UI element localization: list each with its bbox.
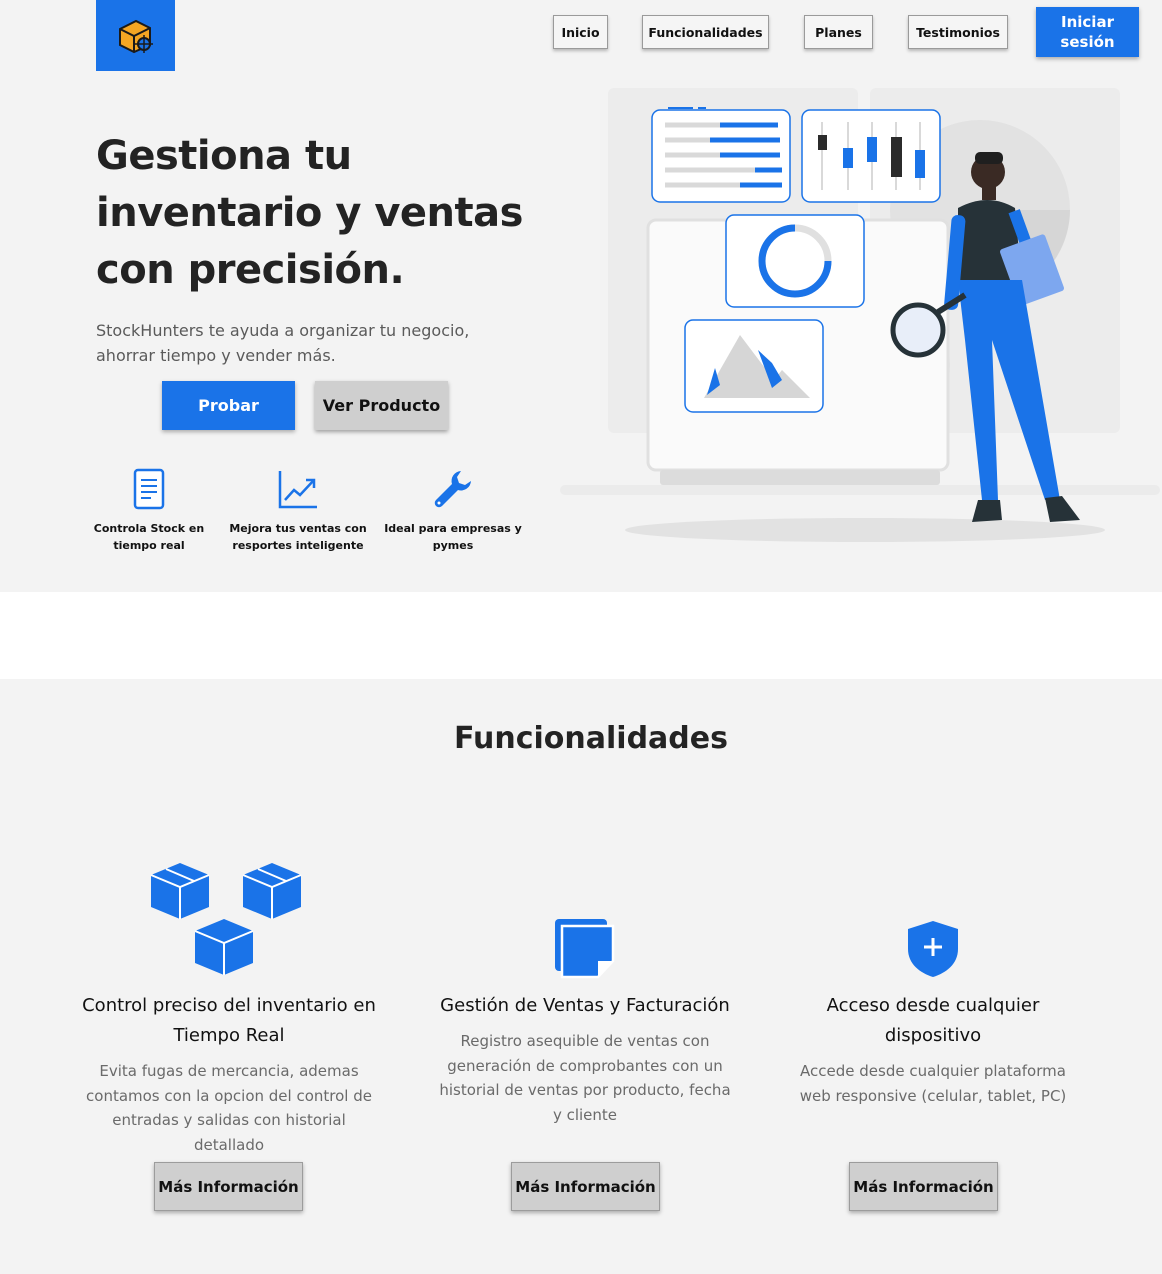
feature-card-title: Acceso desde cualquier dispositivo bbox=[826, 995, 1040, 1046]
trending-up-icon bbox=[278, 471, 317, 509]
box-target-icon bbox=[118, 19, 153, 53]
feature-card-title: Gestión de Ventas y Facturación bbox=[440, 995, 730, 1016]
mini-feature-stock: Controla Stock en tiempo real bbox=[74, 466, 224, 554]
nav-inicio[interactable]: Inicio bbox=[553, 15, 608, 49]
logo[interactable] bbox=[96, 0, 175, 71]
feature-card-inventory: Control preciso del inventario en Tiempo… bbox=[79, 849, 379, 1157]
more-info-button[interactable]: Más Información bbox=[154, 1162, 303, 1211]
nav-planes[interactable]: Planes bbox=[804, 15, 873, 49]
hero-title: Gestiona tu inventario y ventas con prec… bbox=[96, 133, 523, 293]
feature-card-access: Acceso desde cualquier dispositivo Acced… bbox=[783, 849, 1083, 1108]
nav-testimonios[interactable]: Testimonios bbox=[908, 15, 1008, 49]
login-button[interactable]: Iniciar sesión bbox=[1036, 7, 1139, 57]
wrench-icon bbox=[434, 471, 471, 508]
boxes-icon bbox=[150, 863, 302, 975]
mini-feature-label: Ideal para empresas y pymes bbox=[384, 522, 522, 552]
hero-subtitle: StockHunters te ayuda a organizar tu neg… bbox=[96, 321, 470, 365]
invoice-stack-icon bbox=[555, 919, 615, 979]
more-info-button[interactable]: Más Información bbox=[849, 1162, 998, 1211]
mini-feature-sales: Mejora tus ventas con resportes intelige… bbox=[223, 466, 373, 554]
feature-card-description: Evita fugas de mercancia, ademas contamo… bbox=[86, 1062, 372, 1154]
feature-card-description: Accede desde cualquier plataforma web re… bbox=[799, 1062, 1067, 1105]
view-product-button[interactable]: Ver Producto bbox=[315, 381, 448, 430]
mini-feature-label: Mejora tus ventas con resportes intelige… bbox=[229, 522, 367, 552]
mini-feature-label: Controla Stock en tiempo real bbox=[93, 522, 205, 552]
try-button[interactable]: Probar bbox=[162, 381, 295, 430]
nav-funcionalidades[interactable]: Funcionalidades bbox=[642, 15, 769, 49]
feature-card-description: Registro asequible de ventas con generac… bbox=[439, 1032, 731, 1124]
feature-card-title: Control preciso del inventario en Tiempo… bbox=[82, 995, 376, 1046]
section-spacer bbox=[0, 592, 1162, 679]
mini-feature-business: Ideal para empresas y pymes bbox=[378, 466, 528, 554]
features-section: Funcionalidades Control preciso del inve… bbox=[0, 679, 1162, 1274]
login-label: Iniciar sesión bbox=[1060, 13, 1115, 51]
feature-card-sales: Gestión de Ventas y Facturación Registro… bbox=[435, 849, 735, 1127]
features-title: Funcionalidades bbox=[454, 721, 728, 756]
dashboard-illustration bbox=[560, 88, 1160, 542]
more-info-button[interactable]: Más Información bbox=[511, 1162, 660, 1211]
document-icon bbox=[133, 468, 165, 510]
shield-plus-icon bbox=[908, 921, 958, 977]
hero-section: Inicio Funcionalidades Planes Testimonio… bbox=[0, 0, 1162, 592]
